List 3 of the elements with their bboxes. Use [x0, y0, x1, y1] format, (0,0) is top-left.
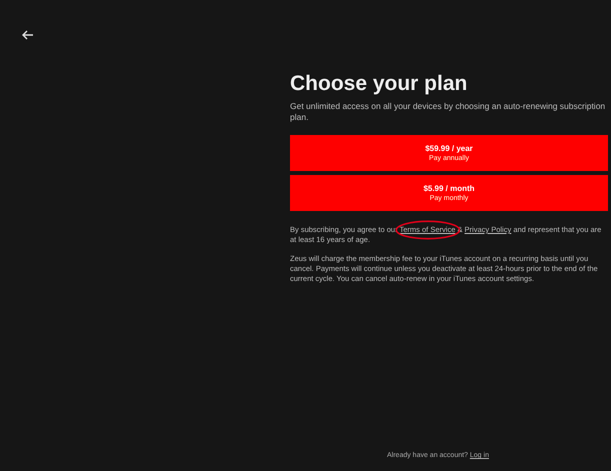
page-title: Choose your plan: [290, 72, 468, 96]
subtitle: Get unlimited access on all your devices by choosing an auto-renewing subscription plan.: [290, 101, 606, 123]
back-arrow-icon[interactable]: [22, 30, 34, 40]
